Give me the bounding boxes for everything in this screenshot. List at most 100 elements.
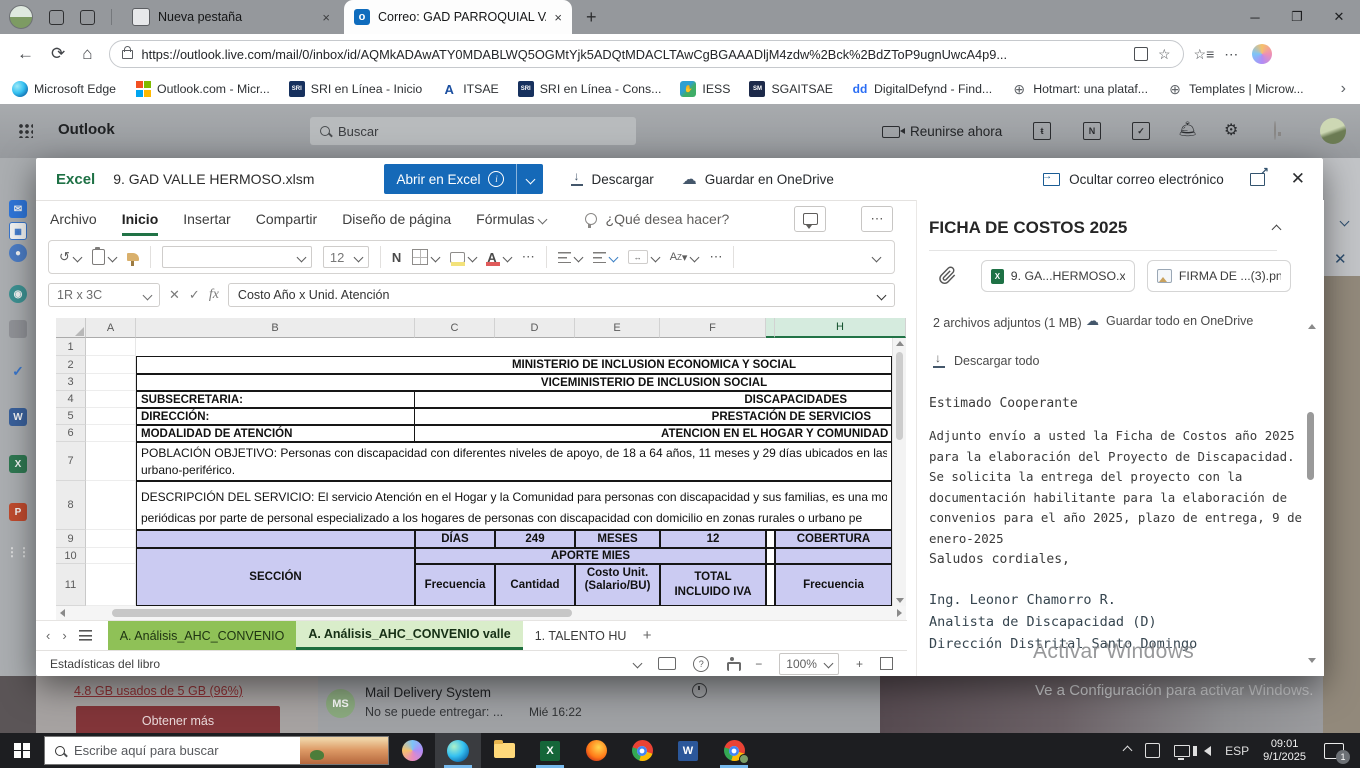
cancel-entry-icon[interactable]: ✕ [169, 287, 180, 303]
cell-direccion-value[interactable]: PRESTACIÓN DE SERVICIOS [414, 408, 892, 425]
close-preview-icon[interactable]: ✕ [1291, 169, 1305, 189]
bookmark-item[interactable]: ⊕Templates | Microw... [1167, 81, 1304, 97]
row-header[interactable]: 11 [56, 564, 86, 606]
browser-profile-avatar[interactable] [9, 5, 33, 29]
taskbar-search-input[interactable]: Escribe aquí para buscar [44, 736, 389, 765]
col-header[interactable]: C [415, 318, 495, 338]
cell-dias-value[interactable]: 249 [495, 530, 575, 548]
message-preview[interactable]: No se puede entregar: ... [365, 705, 503, 719]
close-tab-icon[interactable]: × [554, 10, 562, 25]
calendar-icon[interactable]: ▦ [9, 222, 27, 240]
refresh-icon[interactable]: ⟳ [51, 44, 65, 64]
cell-modalidad-label[interactable]: MODALIDAD DE ATENCIÓN [136, 425, 415, 442]
cell-total-iva[interactable]: TOTAL INCLUIDO IVA [660, 564, 766, 606]
row-header[interactable]: 5 [56, 408, 86, 425]
workbook-statistics[interactable]: Estadísticas del libro [50, 657, 160, 671]
cell-descripcion-servicio[interactable]: DESCRIPCIÓN DEL SERVICIO: El servicio At… [136, 481, 892, 530]
close-icon[interactable]: ✕ [1334, 250, 1347, 268]
document-icon[interactable] [9, 320, 27, 338]
teams-icon[interactable]: ŧ [1033, 122, 1051, 140]
bold-button[interactable]: N [392, 250, 401, 265]
download-all-button[interactable]: Descargar todo [933, 354, 1039, 368]
cell-viceministerio[interactable]: VICEMINISTERIO DE INCLUSIÓN SOCIAL [136, 374, 892, 391]
onenote-icon[interactable]: N [1083, 122, 1101, 140]
row-header[interactable]: 1 [56, 338, 86, 356]
bookmark-item[interactable]: ✋IESS [680, 81, 730, 97]
notifications-bell-icon[interactable]: 🛎 [1178, 120, 1197, 138]
tips-lightbulb-icon[interactable] [1274, 122, 1276, 140]
cell-gap[interactable] [766, 564, 775, 606]
sheet-tab[interactable]: 1. TALENTO HU [523, 621, 635, 651]
sheet-next-icon[interactable]: › [62, 628, 66, 643]
taskbar-excel-icon[interactable]: X [527, 733, 573, 768]
cell-subsecretaria-value[interactable]: DISCAPACIDADES [414, 391, 892, 408]
cell-dias[interactable]: DÍAS [415, 530, 495, 548]
tab-insertar[interactable]: Insertar [183, 200, 230, 238]
tab-compartir[interactable]: Compartir [256, 200, 317, 238]
fill-color-button[interactable] [450, 252, 476, 263]
sheet-tab[interactable]: A. Análisis_AHC_CONVENIO [108, 621, 297, 651]
open-new-window-icon[interactable] [1250, 173, 1265, 186]
taskbar-clock[interactable]: 09:01 9/1/2025 [1263, 738, 1306, 764]
cell-frecuencia-2[interactable]: Frecuencia [775, 564, 892, 606]
language-indicator[interactable]: ESP [1225, 744, 1249, 758]
row-header[interactable]: 7 [56, 442, 86, 481]
taskbar-edge-icon[interactable] [435, 733, 481, 768]
col-header[interactable]: E [575, 318, 660, 338]
row-header[interactable]: 3 [56, 374, 86, 391]
col-header[interactable]: B [136, 318, 415, 338]
font-color-button[interactable]: A [487, 250, 510, 265]
todo-check-icon[interactable]: ✓ [9, 362, 27, 380]
col-header-g[interactable] [766, 318, 775, 338]
status-chevron-icon[interactable] [633, 659, 643, 669]
cell-direccion-label[interactable]: DIRECCIÓN: [136, 408, 415, 425]
bookmark-item[interactable]: Outlook.com - Micr... [135, 81, 270, 97]
meet-now-button[interactable]: Reunirse ahora [882, 124, 1002, 139]
mail-icon[interactable]: ✉ [9, 200, 27, 218]
confirm-entry-icon[interactable]: ✓ [189, 287, 200, 303]
cell-meses[interactable]: MESES [575, 530, 660, 548]
tab-archivo[interactable]: Archivo [50, 200, 97, 238]
merge-cells-button[interactable]: ↔ [628, 250, 659, 264]
row-header[interactable]: 8 [56, 481, 86, 530]
formula-input[interactable]: Costo Año x Unid. Atención [228, 283, 895, 307]
browser-tab-active[interactable]: o Correo: GAD PARROQUIAL VALLE × [344, 0, 572, 34]
cell-poblacion-objetivo[interactable]: POBLACIÓN OBJETIVO: Personas con discapa… [136, 442, 892, 481]
keyboard-icon[interactable] [658, 657, 676, 670]
zoom-out-icon[interactable]: − [755, 657, 762, 671]
scroll-down-icon[interactable] [1308, 658, 1316, 663]
spreadsheet-grid[interactable]: A B C D E F H 1 2 3 4 5 [56, 318, 906, 606]
col-header[interactable]: F [660, 318, 766, 338]
storage-usage-link[interactable]: 4.8 GB usados de 5 GB (96%) [74, 684, 243, 698]
url-field[interactable]: https://outlook.live.com/mail/0/inbox/id… [109, 40, 1184, 68]
bookmarks-overflow-icon[interactable]: › [1341, 80, 1346, 98]
back-icon[interactable]: ← [17, 44, 34, 64]
restore-button[interactable]: ❐ [1276, 0, 1318, 34]
settings-gear-icon[interactable]: ⚙ [1224, 120, 1238, 140]
paste-button[interactable] [92, 249, 116, 265]
sheet-prev-icon[interactable]: ‹ [46, 628, 50, 643]
favorites-bar-icon[interactable]: ☆≡ [1194, 46, 1215, 63]
word-icon[interactable]: W [9, 408, 27, 426]
home-icon[interactable]: ⌂ [82, 44, 92, 64]
notifications-icon[interactable]: 1 [1324, 743, 1344, 759]
cell-costo-unit[interactable]: Costo Unit. (Salario/BU) [575, 564, 660, 606]
bookmark-item[interactable]: Microsoft Edge [12, 81, 116, 97]
favorite-star-icon[interactable]: ☆ [1158, 46, 1171, 63]
app-launcher-icon[interactable] [18, 123, 33, 138]
vertical-tabs-icon[interactable] [80, 10, 95, 25]
more-menu-icon[interactable]: ⋯ [1224, 46, 1238, 63]
collapse-toolbar-chevron[interactable] [872, 252, 882, 262]
alignment-button[interactable] [558, 252, 582, 263]
bookmark-item[interactable]: ⊕Hotmart: una plataf... [1011, 81, 1148, 97]
powerpoint-icon[interactable]: P [9, 503, 27, 521]
message-sender[interactable]: Mail Delivery System [365, 685, 491, 700]
groups-icon[interactable]: ◉ [9, 285, 27, 303]
minimize-button[interactable]: ─ [1234, 0, 1276, 34]
comments-button[interactable] [794, 206, 826, 232]
horizontal-scrollbar[interactable] [56, 606, 906, 620]
row-header[interactable]: 9 [56, 530, 86, 548]
vertical-scrollbar[interactable] [892, 338, 906, 606]
format-painter-icon[interactable] [127, 253, 139, 261]
undo-button[interactable]: ↺ [59, 249, 81, 265]
